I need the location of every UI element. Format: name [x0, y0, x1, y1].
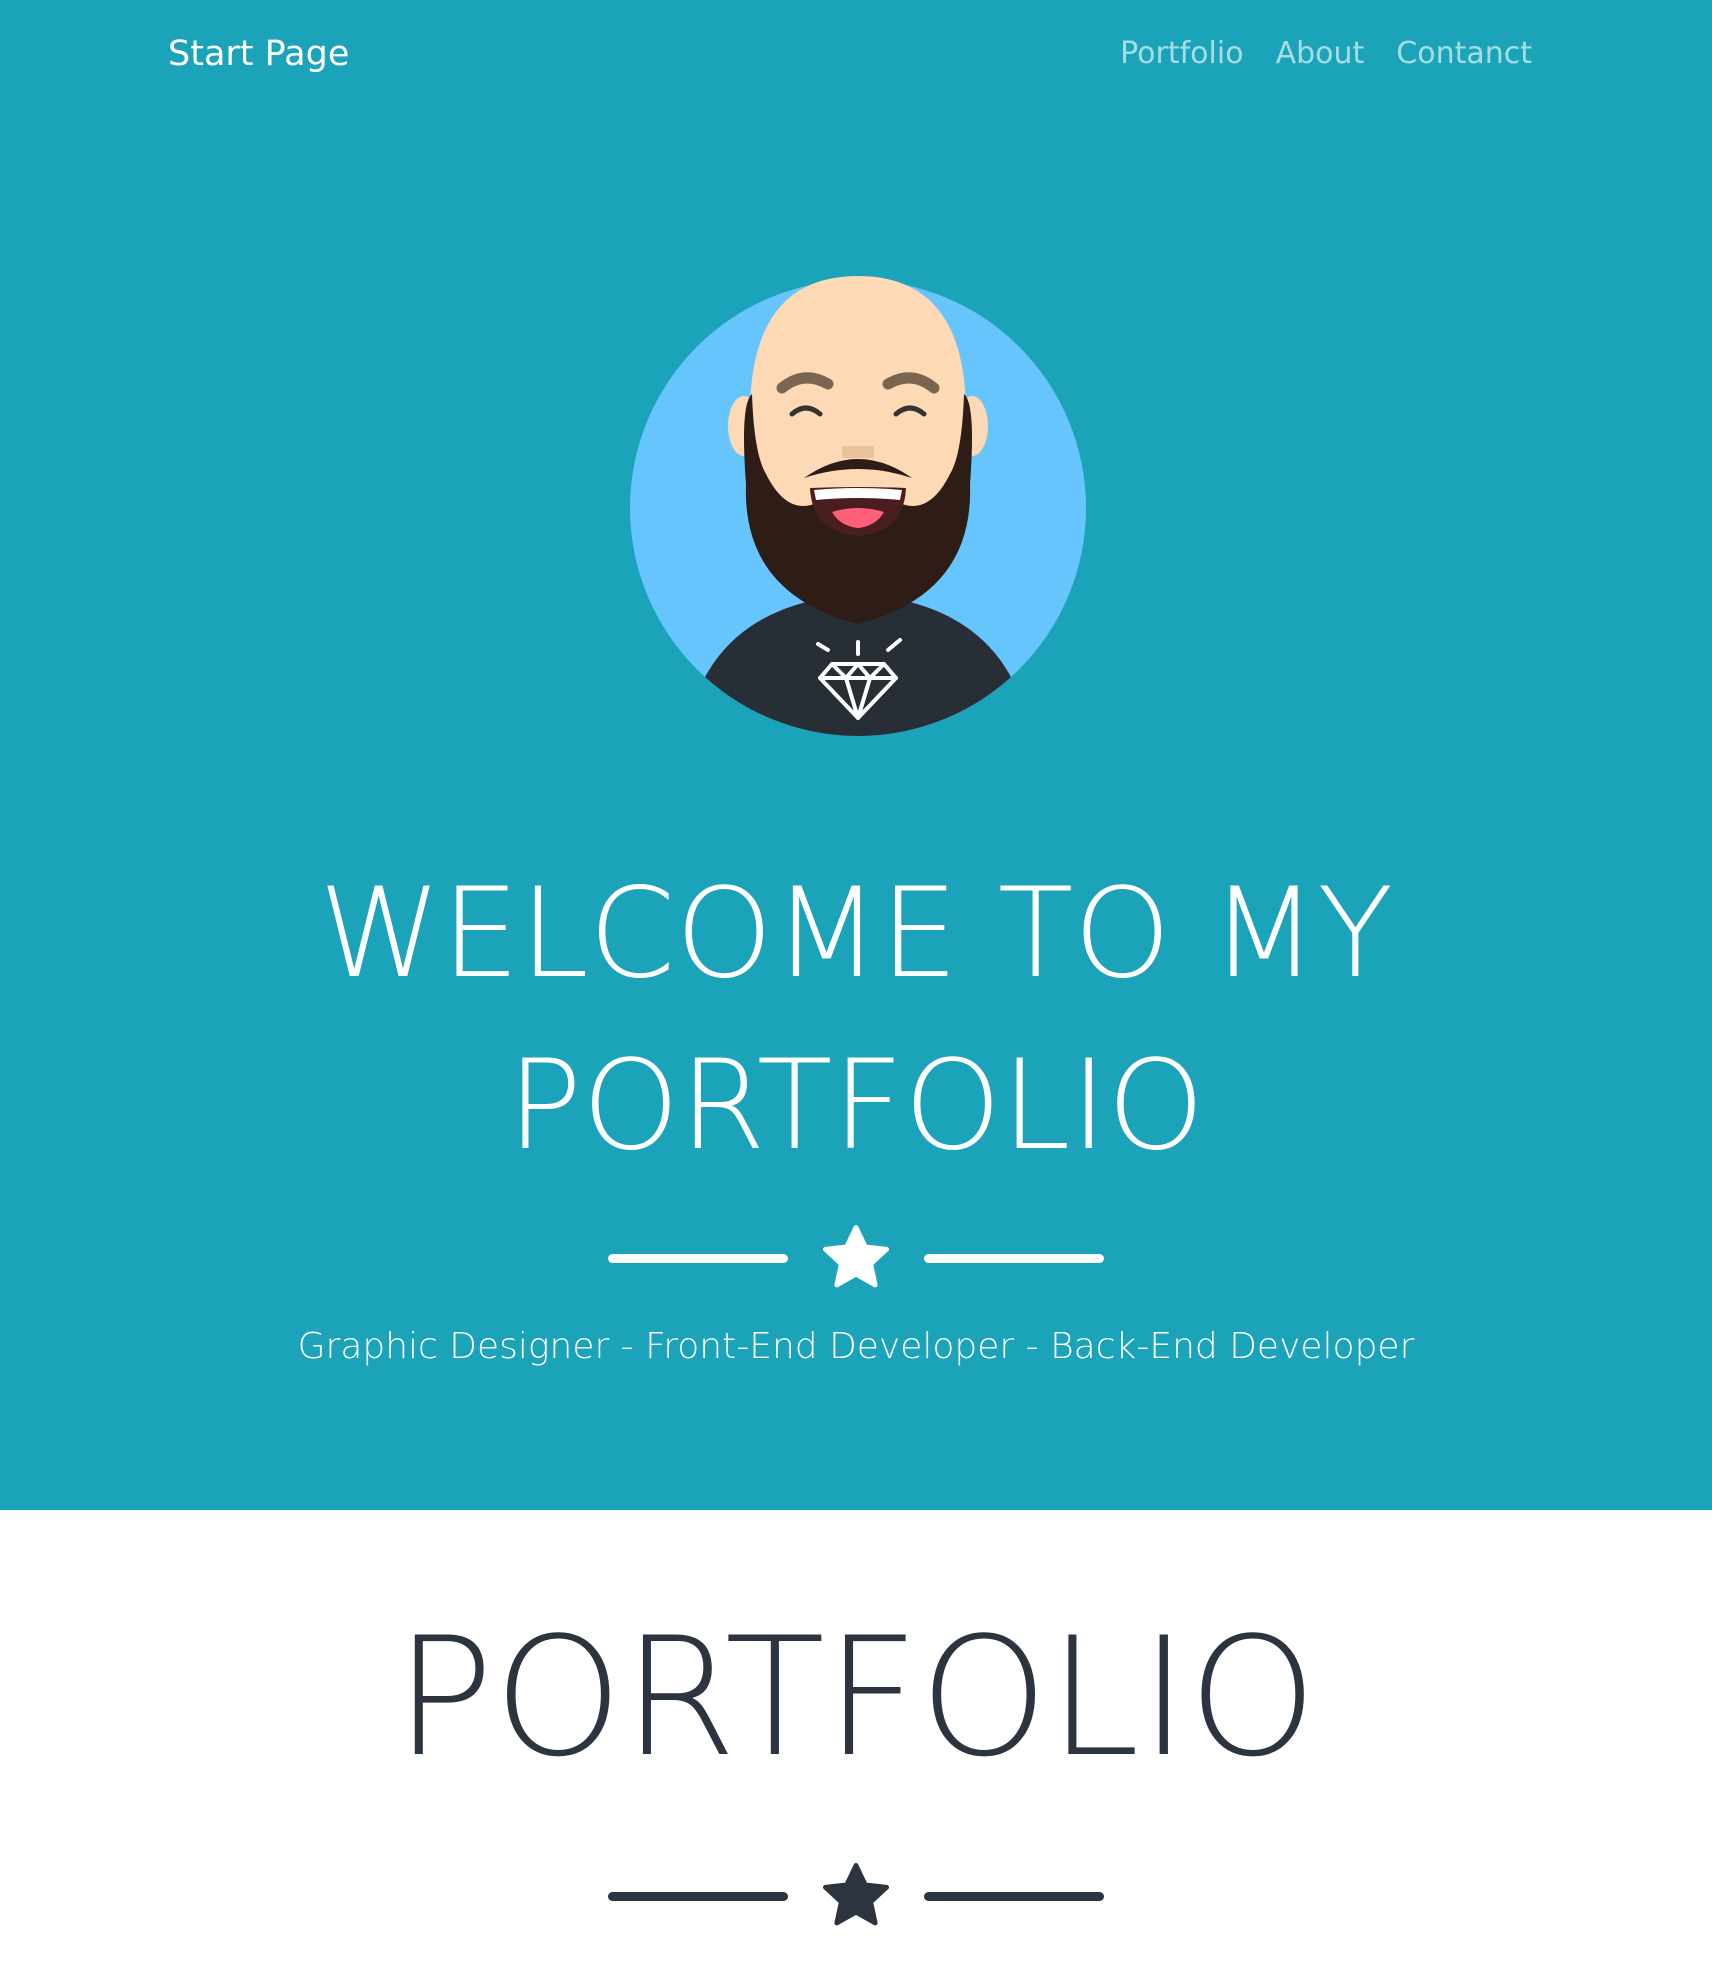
portfolio-title: PORTFOLIO [394, 1602, 1318, 1793]
star-icon [816, 1218, 896, 1298]
divider-line-left [608, 1253, 788, 1263]
hero-title: WELCOME TO MY PORTFOLIO [318, 862, 1394, 1178]
divider-line-right [924, 1891, 1104, 1901]
navbar: Start Page Portfolio About Contanct [0, 0, 1712, 116]
nav-link-about[interactable]: About [1276, 36, 1365, 71]
masthead: Start Page Portfolio About Contanct WELC… [0, 0, 1712, 1510]
nav-link-portfolio[interactable]: Portfolio [1120, 36, 1243, 71]
hero-divider [608, 1218, 1104, 1298]
star-icon [816, 1856, 896, 1936]
nav-link-contact[interactable]: Contanct [1396, 36, 1532, 71]
divider-line-right [924, 1253, 1104, 1263]
divider-line-left [608, 1891, 788, 1901]
nav-links: Portfolio About Contanct [1120, 36, 1532, 71]
portfolio-divider [608, 1856, 1104, 1936]
brand-link[interactable]: Start Page [168, 34, 349, 74]
avatar [614, 264, 1090, 740]
hero-subtitle: Graphic Designer - Front-End Developer -… [297, 1326, 1415, 1367]
